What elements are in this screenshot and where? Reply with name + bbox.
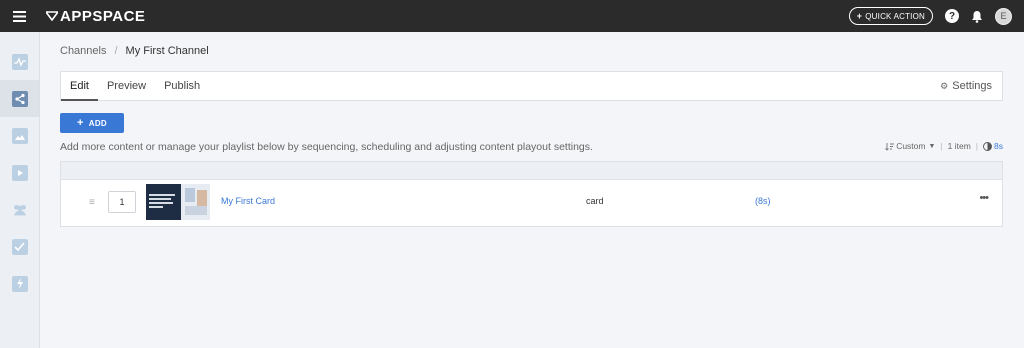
sidebar-item-channels[interactable] [0,80,39,117]
add-button-label: ADD [88,118,107,128]
sort-icon [885,142,895,151]
user-avatar[interactable]: E [995,7,1012,25]
notifications-bell-icon[interactable] [971,10,983,23]
gear-icon: ⚙ [940,80,949,91]
users-icon [12,202,28,218]
lightning-icon [11,275,28,292]
check-icon [11,238,28,255]
table-header [61,162,1002,180]
channel-tab-bar: Edit Preview Publish ⚙ Settings [60,71,1003,101]
brand-name: APPSPACE [60,7,146,25]
sidebar-item-extensions[interactable] [0,265,39,302]
sidebar [0,32,40,348]
logo-mark-icon [46,11,58,21]
more-options-icon[interactable]: ••• [979,192,989,204]
total-duration-value: 8s [994,141,1003,151]
quick-action-label: QUICK ACTION [865,11,925,21]
help-icon[interactable]: ? [945,9,959,23]
sort-label: Custom [896,141,926,151]
image-icon [11,127,28,144]
sidebar-item-users[interactable] [0,191,39,228]
chevron-down-icon: ▼ [928,142,936,150]
sort-dropdown[interactable]: Custom ▼ [885,141,935,151]
breadcrumb: Channels / My First Channel [60,45,209,57]
add-content-button[interactable]: + ADD [60,113,124,133]
tab-edit[interactable]: Edit [61,72,98,101]
breadcrumb-parent-link[interactable]: Channels [60,45,106,57]
playlist-hint-text: Add more content or manage your playlist… [60,141,593,153]
activity-icon [11,53,28,70]
sidebar-item-approvals[interactable] [0,228,39,265]
menu-icon[interactable] [0,0,38,32]
content-type: card [586,196,604,206]
top-bar: APPSPACE + QUICK ACTION ? E [0,0,1024,32]
table-row[interactable]: ≡ 1 My First Card card (8s) ••• [61,180,1002,226]
tab-publish[interactable]: Publish [155,72,209,101]
plus-icon: + [77,117,84,129]
content-duration[interactable]: (8s) [755,196,771,206]
playlist-meta: Custom ▼ | 1 item | 8s [885,141,1003,151]
plus-icon: + [856,11,863,21]
meta-divider: | [940,141,943,151]
share-icon [11,90,28,107]
tab-preview[interactable]: Preview [98,72,155,101]
order-input[interactable]: 1 [108,191,136,213]
breadcrumb-separator: / [114,45,118,57]
total-duration: 8s [983,141,1003,151]
settings-link[interactable]: ⚙ Settings [940,72,992,100]
card-thumbnail[interactable] [146,184,210,220]
drag-handle-icon[interactable]: ≡ [89,197,95,208]
sidebar-item-dashboard[interactable] [0,43,39,80]
sidebar-item-playlists[interactable] [0,154,39,191]
duration-pie-icon [983,141,992,151]
settings-label: Settings [952,80,992,92]
playlist-table: ≡ 1 My First Card card (8s) ••• [60,161,1003,227]
item-count: 1 item [947,141,971,151]
appspace-logo[interactable]: APPSPACE [46,8,145,25]
card-name-link[interactable]: My First Card [221,196,275,206]
sidebar-item-library[interactable] [0,117,39,154]
play-icon [11,164,28,181]
meta-divider: | [975,141,979,151]
page-title: My First Channel [125,45,209,57]
quick-action-button[interactable]: + QUICK ACTION [848,7,933,25]
